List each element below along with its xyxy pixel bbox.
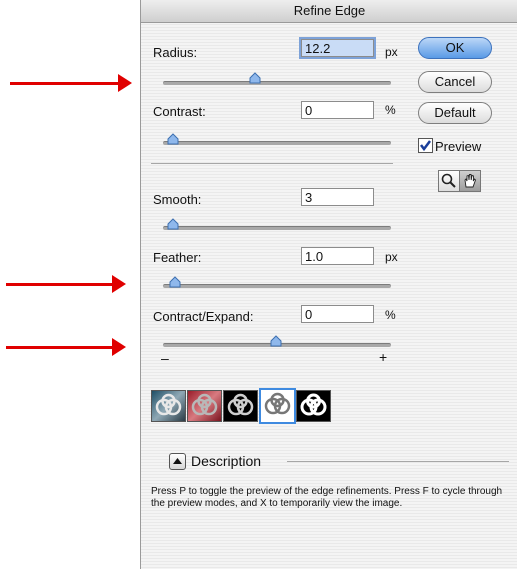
smooth-slider-thumb[interactable]	[167, 218, 179, 230]
default-button[interactable]: Default	[418, 102, 492, 124]
hand-icon	[464, 174, 477, 188]
radius-slider[interactable]	[163, 81, 391, 85]
feather-input[interactable]: 1.0	[301, 247, 374, 265]
feather-slider[interactable]	[163, 284, 391, 288]
knot-icon	[227, 393, 254, 416]
smooth-slider[interactable]	[163, 226, 391, 230]
feather-unit: px	[385, 250, 398, 264]
description-label: Description	[191, 453, 262, 469]
contrast-unit: %	[385, 103, 396, 117]
smooth-input[interactable]: 3	[301, 188, 374, 206]
feather-slider-thumb[interactable]	[169, 276, 181, 288]
description-toggle-button[interactable]	[169, 453, 186, 470]
dialog-title: Refine Edge	[141, 0, 517, 23]
preview-mode-quick-mask[interactable]	[187, 390, 222, 422]
radius-label: Radius:	[153, 45, 198, 60]
contrast-slider[interactable]	[163, 141, 391, 145]
preview-checkbox[interactable]	[418, 138, 433, 153]
preview-mode-on-white[interactable]	[259, 388, 296, 424]
knot-icon	[191, 393, 218, 416]
description-text: Press P to toggle the preview of the edg…	[151, 486, 503, 509]
zoom-icon	[441, 173, 456, 188]
contrast-input[interactable]: 0	[301, 101, 374, 119]
hand-tool-button[interactable]	[459, 170, 481, 192]
zoom-tool-button[interactable]	[438, 170, 460, 192]
section-divider	[151, 163, 393, 164]
preview-mode-mask[interactable]	[296, 390, 331, 422]
radius-unit: px	[385, 45, 398, 59]
radius-slider-thumb[interactable]	[249, 72, 261, 84]
contract-min-label: –	[161, 350, 169, 366]
contrast-slider-thumb[interactable]	[167, 133, 179, 145]
preview-mode-standard[interactable]	[151, 390, 186, 422]
smooth-label: Smooth:	[153, 192, 202, 207]
preview-mode-on-black[interactable]	[223, 390, 258, 422]
knot-icon	[300, 393, 327, 416]
contrast-label: Contrast:	[153, 104, 206, 119]
triangle-up-icon	[173, 458, 182, 464]
cancel-button[interactable]: Cancel	[418, 71, 492, 93]
preview-label: Preview	[435, 139, 482, 154]
radius-input[interactable]: 12.2	[299, 37, 376, 59]
knot-icon	[155, 393, 182, 416]
description-divider	[287, 461, 509, 462]
checkmark-icon	[420, 140, 431, 152]
ok-button[interactable]: OK	[418, 37, 492, 59]
feather-label: Feather:	[153, 250, 202, 265]
contract-expand-label: Contract/Expand:	[153, 309, 254, 324]
knot-icon	[264, 392, 291, 415]
refine-edge-dialog: Refine Edge Radius: 12.2 px Contrast: 0 …	[140, 0, 517, 569]
expand-max-label: +	[379, 349, 388, 365]
contract-expand-slider-thumb[interactable]	[270, 335, 282, 347]
contract-expand-unit: %	[385, 308, 396, 322]
contract-expand-input[interactable]: 0	[301, 305, 374, 323]
